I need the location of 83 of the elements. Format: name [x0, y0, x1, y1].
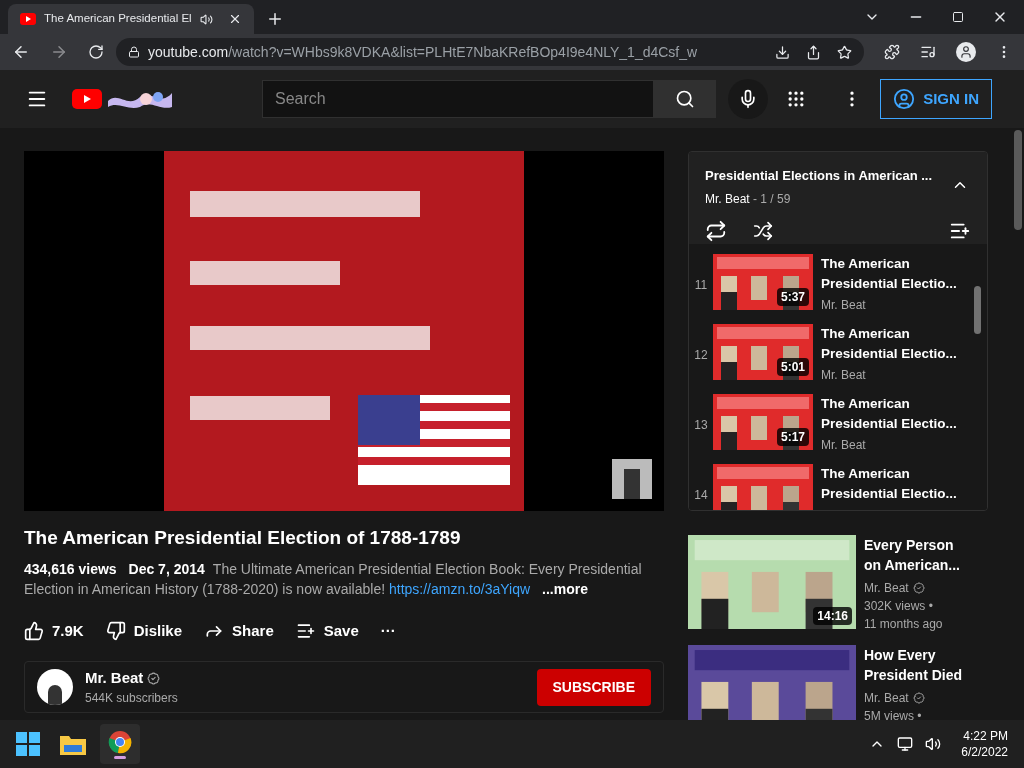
video-title: The American Presidential Election of 1788-1789: [24, 526, 462, 550]
install-icon[interactable]: [775, 44, 790, 60]
item-index: 11: [693, 277, 709, 294]
duration-badge: 14:16: [813, 607, 852, 625]
item-index: 14: [693, 487, 709, 504]
url-text: youtube.com/watch?v=WHbs9k8VDKA&list=PLHtE7NbaKRefBOp4I9e4NLY_1_d4Csf_w: [148, 42, 698, 62]
like-button[interactable]: 7.9K: [24, 613, 84, 649]
subscriber-count: 544K subscribers: [85, 690, 178, 708]
duration-badge: 5:37: [776, 288, 809, 306]
search-icon: [675, 89, 695, 109]
save-button[interactable]: Save: [295, 613, 359, 649]
youtube-logo-icon: [20, 13, 36, 25]
more-button[interactable]: ...more: [542, 579, 588, 599]
address-bar[interactable]: youtube.com/watch?v=WHbs9k8VDKA&list=PLHtE7NbaKRefBOp4I9e4NLY_1_d4Csf_w: [116, 38, 864, 66]
chrome-taskbar-button[interactable]: [100, 724, 140, 764]
youtube-doodle-logo[interactable]: [72, 87, 174, 111]
duration-badge: 5:17: [776, 428, 809, 446]
video-title: President Died: [864, 666, 963, 685]
item-title: The American: [821, 255, 911, 273]
clock[interactable]: 4:22 PM 6/2/2022: [961, 728, 1008, 760]
item-index: 12: [693, 347, 709, 364]
video-title: How Every: [864, 646, 937, 665]
share-button[interactable]: Share: [204, 613, 274, 649]
item-index: 13: [693, 417, 709, 434]
profile-icon[interactable]: [956, 42, 976, 62]
share-icon[interactable]: [806, 44, 821, 60]
bookmark-star-icon[interactable]: [837, 44, 852, 60]
video-title: on American...: [864, 556, 960, 575]
loop-icon[interactable]: [705, 219, 727, 242]
forward-icon[interactable]: [50, 43, 68, 61]
thumbs-up-icon: [24, 621, 44, 641]
item-title: Presidential Electio...: [821, 415, 957, 433]
page-scrollbar-thumb[interactable]: [1014, 130, 1022, 230]
restore-icon[interactable]: [952, 11, 964, 23]
item-title: The American: [821, 325, 911, 343]
speaker-icon[interactable]: [199, 12, 213, 26]
microphone-icon: [738, 89, 758, 109]
reload-icon[interactable]: [88, 44, 104, 60]
menu-button[interactable]: ···: [380, 613, 396, 649]
new-tab-icon[interactable]: [266, 10, 284, 28]
dislike-button[interactable]: Dislike: [105, 613, 183, 649]
upload-age: 11 months ago: [864, 616, 944, 633]
back-icon[interactable]: [12, 43, 30, 61]
playlist-item[interactable]: 14 The American Presidential Electio...: [689, 464, 987, 510]
item-title: Presidential Electio...: [821, 275, 957, 293]
channel-avatar[interactable]: [37, 669, 73, 705]
video-title: Every Person: [864, 536, 955, 555]
description-link[interactable]: https://amzn.to/3aYiqw: [388, 581, 531, 597]
search-button[interactable]: [654, 80, 716, 118]
channel-name[interactable]: Mr. Beat: [85, 666, 144, 690]
subscribe-button[interactable]: SUBSCRIBE: [536, 668, 651, 706]
chrome-logo-icon: [108, 729, 132, 754]
item-title: The American: [821, 465, 911, 483]
video-description: 434,616 views Dec 7, 2014 The Ultimate American Presidential Election Book: Every Presidential Election in American History (1788-2020) is now available! https://amzn.to/3aYiqw ...more: [24, 560, 643, 599]
extensions-icon[interactable]: [884, 44, 900, 60]
playlist-owner: Mr. Beat - 1 / 59: [705, 190, 792, 208]
shuffle-icon[interactable]: [753, 220, 773, 241]
channel-name: Mr. Beat: [864, 580, 909, 597]
media-control-icon[interactable]: [920, 44, 936, 60]
sign-in-button[interactable]: SIGN IN: [880, 79, 992, 119]
view-count: 5M views •: [864, 708, 923, 720]
tab-title: The American Presidential El: [44, 11, 192, 27]
windows-start-icon[interactable]: [16, 732, 40, 756]
voice-search-button[interactable]: [728, 79, 768, 119]
save-icon: [295, 621, 316, 641]
thumbs-down-icon: [105, 621, 126, 641]
item-title: Presidential Electio...: [821, 485, 957, 503]
search-field[interactable]: Search: [262, 80, 654, 118]
folder-icon[interactable]: [60, 733, 86, 755]
recommended-video[interactable]: 14:16 Every Person on American... Mr. Beat 302K views • 11 months ago: [688, 535, 988, 633]
playlist-title: Presidential Elections in American ...: [705, 167, 933, 185]
browser-tab[interactable]: The American Presidential El: [8, 4, 254, 34]
volume-icon[interactable]: [925, 736, 942, 752]
item-title: The American: [821, 395, 911, 413]
view-count: 302K views •: [864, 598, 934, 615]
scrollbar-thumb[interactable]: [974, 286, 981, 334]
user-icon: [893, 88, 916, 110]
network-icon[interactable]: [897, 736, 914, 752]
close-tab-icon[interactable]: [228, 12, 242, 26]
lock-icon: [128, 46, 140, 58]
channel-name: Mr. Beat: [864, 690, 909, 707]
item-title: Presidential Electio...: [821, 345, 957, 363]
duration-badge: 5:01: [776, 358, 809, 376]
